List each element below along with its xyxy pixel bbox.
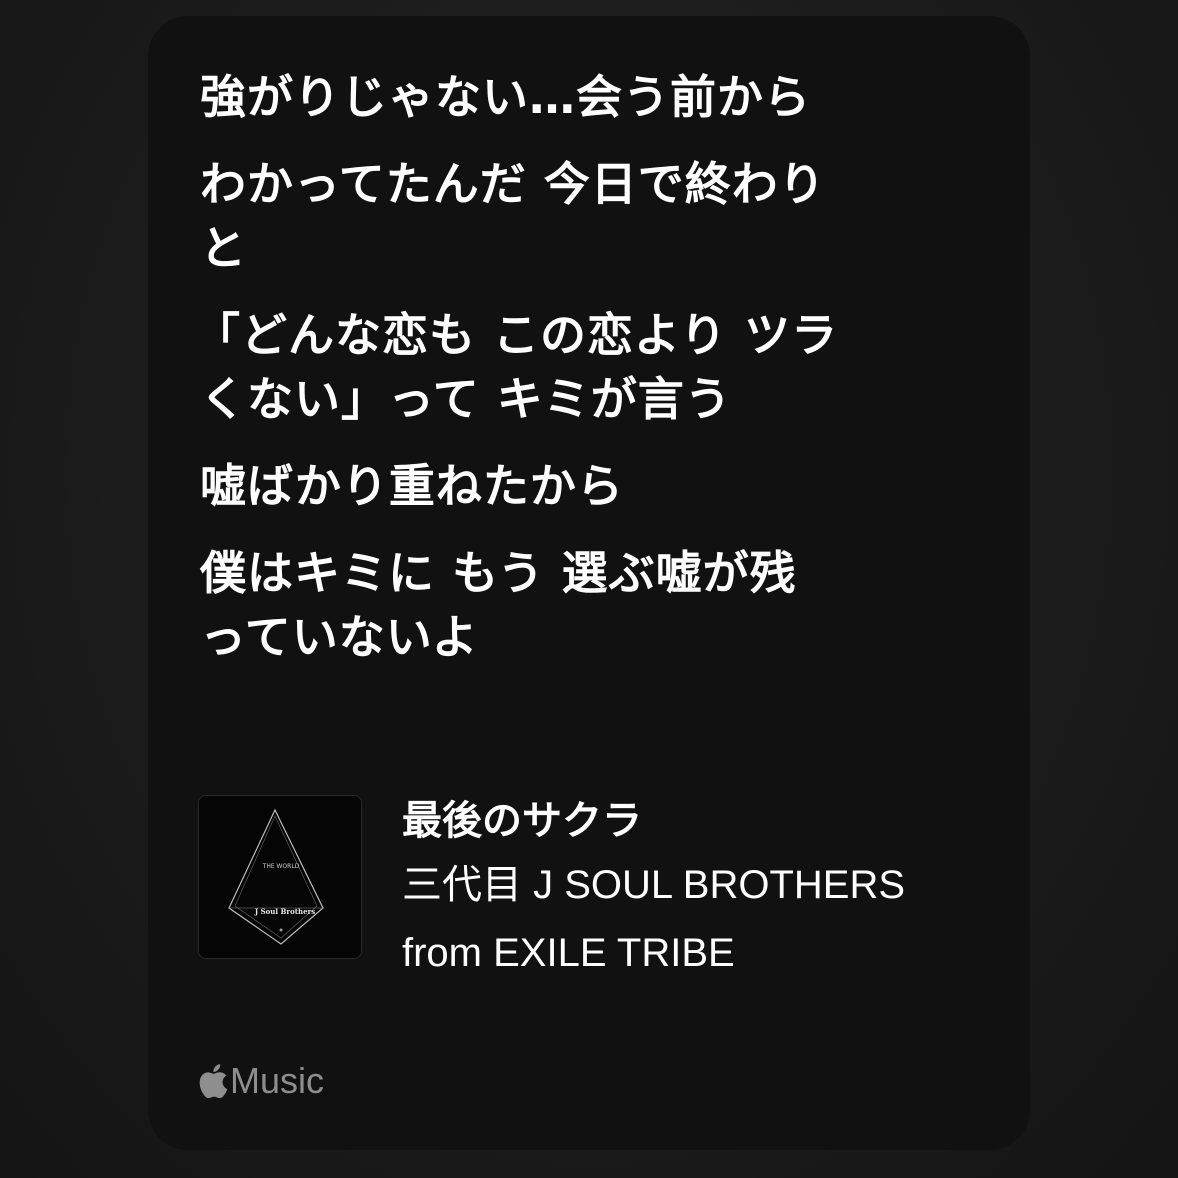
album-artwork[interactable]: THE WORLD J Soul Brothers bbox=[198, 795, 362, 959]
apple-music-badge[interactable]: Music bbox=[198, 1060, 324, 1102]
lyric-line: くない」って キミが言う bbox=[200, 372, 732, 426]
song-info[interactable]: THE WORLD J Soul Brothers 最後のサクラ 三代目 J S… bbox=[198, 795, 998, 1115]
song-artist: 三代目 J SOUL BROTHERS from EXILE TRIBE bbox=[402, 863, 906, 975]
apple-logo-icon bbox=[199, 1064, 228, 1098]
lyric-line: わかってたんだ 今日で終わり bbox=[200, 157, 826, 211]
apple-music-label: Music bbox=[230, 1060, 325, 1101]
lyric-line: と bbox=[200, 221, 247, 275]
song-meta: 最後のサクラ 三代目 J SOUL BROTHERS from EXILE TR… bbox=[402, 795, 1002, 987]
lyric-line: 僕はキミに もう 選ぶ嘘が残 bbox=[200, 546, 797, 600]
lyric-line: 強がりじゃない…会う前から bbox=[200, 70, 811, 124]
song-title: 最後のサクラ bbox=[402, 798, 642, 844]
album-artwork-diamond-icon: THE WORLD J Soul Brothers bbox=[199, 796, 361, 958]
artwork-band-text: J Soul Brothers bbox=[254, 907, 315, 916]
lyric-line: 「どんな恋も この恋より ツラ bbox=[194, 308, 839, 362]
artwork-top-text: THE WORLD bbox=[262, 863, 300, 870]
lyrics-block: 強がりじゃない…会う前から わかってたんだ 今日で終わり と 「どんな恋も この… bbox=[194, 60, 1000, 687]
lyric-line: っていないよ bbox=[200, 610, 479, 664]
lyric-line: 嘘ばかり重ねたから bbox=[200, 459, 624, 513]
